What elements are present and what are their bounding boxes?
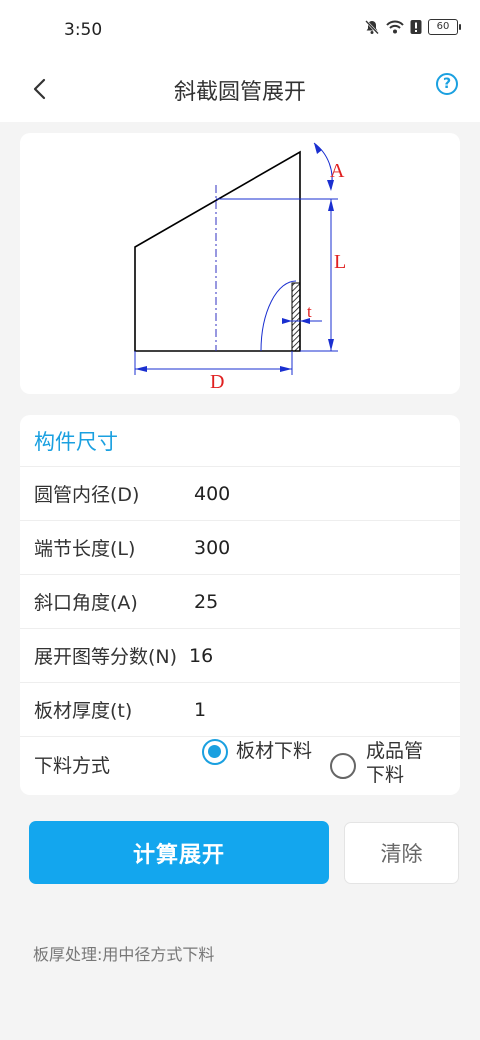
diameter-input[interactable] bbox=[194, 482, 314, 505]
thickness-note: 板厚处理:用中径方式下料 bbox=[33, 945, 215, 964]
length-arrow-top bbox=[328, 199, 334, 211]
angle-input[interactable] bbox=[194, 590, 314, 613]
field-row-diameter: 圆管内径(D) bbox=[20, 467, 460, 521]
field-label: 展开图等分数(N) bbox=[34, 646, 178, 668]
dimensions-header: 构件尺寸 bbox=[20, 415, 460, 467]
length-input[interactable] bbox=[194, 536, 314, 559]
cut-method-row: 下料方式 板材下料 成品管下料 bbox=[20, 737, 460, 795]
wifi-icon bbox=[386, 20, 404, 34]
length-label: L bbox=[334, 251, 346, 273]
diameter-arrow-left bbox=[135, 366, 147, 372]
angle-label: A bbox=[330, 160, 345, 182]
status-bar: 3:50 60 bbox=[0, 0, 480, 60]
field-row-length: 端节长度(L) bbox=[20, 521, 460, 575]
battery-icon: 60 bbox=[428, 19, 461, 35]
thickness-label: t bbox=[307, 302, 312, 321]
radio-label: 成品管下料 bbox=[366, 740, 424, 786]
wall-hatch bbox=[291, 282, 301, 352]
radio-checked-icon bbox=[202, 739, 228, 765]
status-icons: 60 bbox=[364, 19, 461, 35]
clear-button[interactable]: 清除 bbox=[344, 822, 459, 884]
field-label: 圆管内径(D) bbox=[34, 484, 140, 506]
radio-label: 板材下料 bbox=[236, 740, 313, 762]
quarter-arc bbox=[260, 280, 297, 352]
mute-icon bbox=[365, 20, 379, 35]
radio-pipe-cut[interactable]: 成品管下料 bbox=[330, 739, 438, 787]
radio-unchecked-icon bbox=[330, 753, 356, 779]
status-time: 3:50 bbox=[64, 20, 103, 40]
diameter-label: D bbox=[210, 371, 224, 393]
pipe-outline bbox=[134, 150, 301, 352]
field-label: 端节长度(L) bbox=[34, 538, 136, 560]
cut-method-label: 下料方式 bbox=[34, 755, 111, 777]
page-title: 斜截圆管展开 bbox=[173, 80, 306, 105]
alert-icon bbox=[410, 20, 422, 34]
length-arrow-bottom bbox=[328, 339, 334, 351]
divisions-input[interactable] bbox=[189, 644, 310, 667]
compute-button[interactable]: 计算展开 bbox=[29, 821, 329, 884]
pipe-cut-diagram: L A t D bbox=[134, 142, 346, 393]
field-row-thickness: 板材厚度(t) bbox=[20, 683, 460, 737]
diagram-card: L A t D bbox=[20, 133, 460, 394]
thickness-arrow-left bbox=[282, 318, 292, 324]
thickness-input[interactable] bbox=[194, 698, 314, 721]
field-label: 斜口角度(A) bbox=[34, 592, 138, 614]
diameter-arrow-right bbox=[280, 366, 292, 372]
help-icon[interactable]: ? bbox=[436, 73, 458, 95]
radio-plate-cut[interactable]: 板材下料 bbox=[202, 739, 312, 765]
field-row-divisions: 展开图等分数(N) bbox=[20, 629, 460, 683]
field-row-angle: 斜口角度(A) bbox=[20, 575, 460, 629]
app-bar: 斜截圆管展开 ? bbox=[0, 60, 480, 122]
field-label: 板材厚度(t) bbox=[34, 700, 133, 722]
dimensions-card: 构件尺寸 圆管内径(D) 端节长度(L) 斜口角度(A) 展开图等分数(N) 板… bbox=[20, 415, 460, 795]
